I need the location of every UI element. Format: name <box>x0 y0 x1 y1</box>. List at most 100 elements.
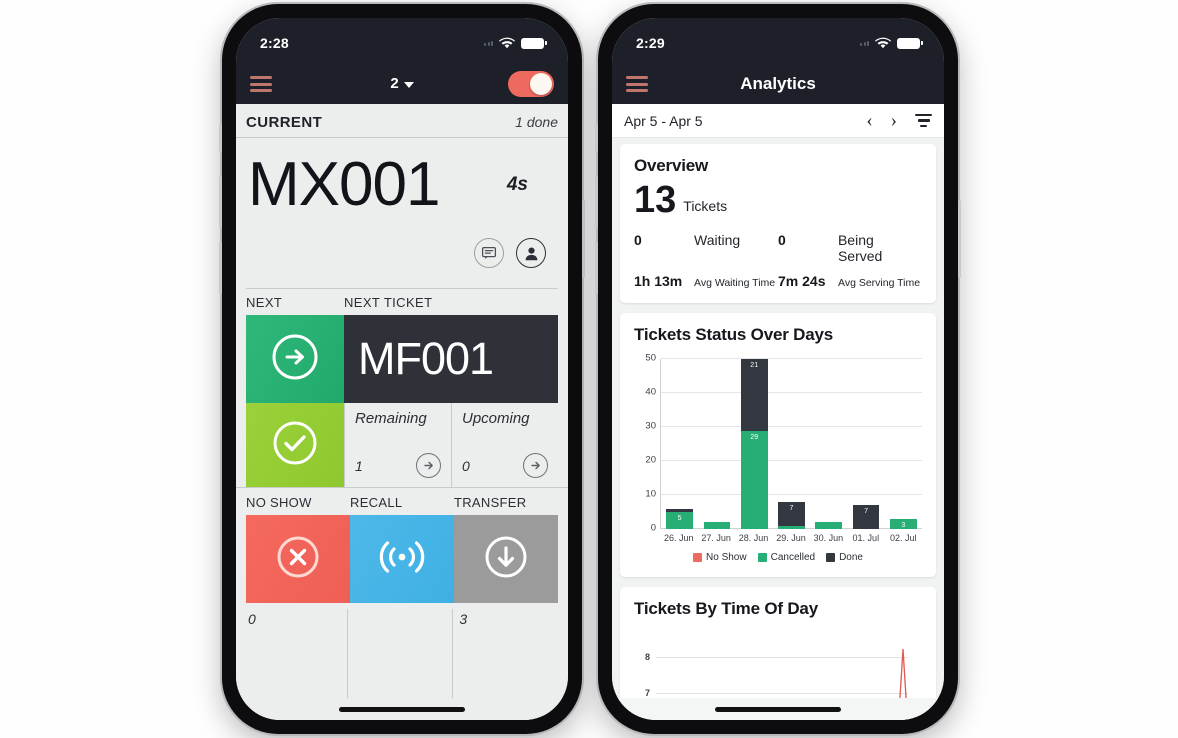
stat-label: Avg Waiting Time <box>694 277 776 290</box>
chevron-left-icon[interactable]: ‹ <box>866 111 872 130</box>
transfer-count: 3 <box>452 609 558 698</box>
page-title: Analytics <box>740 74 816 93</box>
line-chart-plot: 78 <box>645 643 922 698</box>
chevron-right-icon[interactable]: › <box>891 111 897 130</box>
call-next-button[interactable] <box>246 315 344 403</box>
x-axis-tick: 28. Jun <box>738 533 769 544</box>
bar-segment-done: 21 <box>740 359 768 431</box>
mark-done-button[interactable] <box>246 403 344 487</box>
next-label: NEXT <box>246 295 283 310</box>
analytics-scroll-area[interactable]: Overview 13 Tickets 0 Waiting 0 Being Se… <box>612 138 944 698</box>
bar-column[interactable]: 7 <box>847 359 884 530</box>
phone-mute-switch <box>219 124 222 152</box>
stacked-bar: 3 <box>889 518 917 530</box>
bar-segment-done: 7 <box>778 501 805 526</box>
bar-column[interactable] <box>698 359 735 530</box>
current-section-label: CURRENT <box>246 114 323 131</box>
stat-value: 7m 24s <box>778 273 826 290</box>
phone-power-button <box>958 200 961 278</box>
overview-stats-grid: 0 Waiting 0 Being Served 1h 13m Avg Wait… <box>634 232 922 289</box>
status-bar-right: 2:29 <box>612 18 944 64</box>
bar-segment-cancelled <box>778 525 805 530</box>
hamburger-menu-icon[interactable] <box>250 76 272 92</box>
next-ticket-row: MF001 <box>236 315 568 403</box>
legend-item[interactable]: Cancelled <box>757 552 816 564</box>
y-axis-tick: 40 <box>645 386 656 398</box>
hamburger-menu-icon[interactable] <box>626 76 648 92</box>
phone-volume-up-button <box>219 176 222 228</box>
legend-swatch <box>826 553 836 563</box>
action-buttons-row <box>236 515 568 603</box>
phone-left: 2:28 2 CURRENT 1 done MX001 4s NEXT NEXT… <box>219 4 585 734</box>
upcoming-arrow-right-circle-icon[interactable] <box>523 453 548 478</box>
counter-dropdown[interactable]: 2 <box>390 75 414 92</box>
remaining-box: Remaining 1 <box>344 403 451 487</box>
no-show-button[interactable] <box>246 515 350 603</box>
broadcast-icon <box>374 534 430 585</box>
bar-data-label: 5 <box>677 515 682 523</box>
bar-segment-cancelled: 5 <box>666 512 694 530</box>
total-tickets-label: Tickets <box>683 198 728 215</box>
y-axis-tick: 8 <box>644 652 650 663</box>
bar-data-label: 29 <box>750 433 759 441</box>
legend-label: Cancelled <box>770 552 816 564</box>
action-labels-row: NO SHOW RECALL TRANSFER <box>236 487 568 515</box>
toggle-knob <box>530 73 552 95</box>
status-indicators <box>484 37 547 49</box>
availability-toggle[interactable] <box>508 71 554 97</box>
stat-value: 1h 13m <box>634 273 683 290</box>
phone-volume-down-button <box>219 242 222 294</box>
person-icon[interactable] <box>516 238 546 268</box>
recall-button[interactable] <box>350 515 454 603</box>
bar-column[interactable]: 5 <box>661 359 698 530</box>
date-range-bar: Apr 5 - Apr 5 ‹ › <box>612 104 944 138</box>
bar-segment-cancelled: 29 <box>740 430 768 530</box>
wifi-icon <box>499 37 515 49</box>
bar-column[interactable]: 21 29 <box>736 359 773 530</box>
bar-series-container: 5 21 29 7 7 3 <box>661 359 922 530</box>
filter-icon[interactable] <box>915 113 932 128</box>
bar-segment-cancelled <box>703 522 731 530</box>
transfer-button[interactable] <box>454 515 558 603</box>
remaining-value: 1 <box>355 457 363 474</box>
bar-column[interactable] <box>810 359 847 530</box>
bar-data-label: 7 <box>789 504 794 512</box>
tickets-time-of-day-card: Tickets By Time Of Day 78 <box>620 587 936 698</box>
bar-data-label: 3 <box>901 521 906 529</box>
stacked-bar: 7 <box>852 505 880 530</box>
stacked-bar <box>815 522 843 530</box>
current-ticket-area: MX001 4s <box>236 138 568 288</box>
bar-chart-x-axis: 26. Jun 27. Jun 28. Jun 29. Jun 30. Jun 01. J… <box>660 533 922 543</box>
date-range-label: Apr 5 - Apr 5 <box>624 112 703 129</box>
legend-label: Done <box>839 552 863 564</box>
bar-segment-cancelled <box>815 522 843 530</box>
next-ticket-tile[interactable]: MF001 <box>344 315 558 403</box>
counter-dropdown-label: 2 <box>390 75 399 92</box>
stat-label: Waiting <box>694 232 741 249</box>
legend-swatch <box>757 553 767 563</box>
y-axis-tick: 50 <box>645 352 656 364</box>
check-circle-icon <box>269 417 321 474</box>
status-time: 2:28 <box>260 35 289 51</box>
legend-item[interactable]: Done <box>826 552 863 563</box>
x-axis-tick: 26. Jun <box>663 533 694 544</box>
arrow-down-circle-icon <box>481 532 531 587</box>
bar-chart-plot: 0 10 20 30 40 50 5 21 29 7 7 3 <box>645 353 922 534</box>
status-indicators <box>860 37 923 49</box>
chat-bubble-icon[interactable] <box>474 238 504 268</box>
overview-card: Overview 13 Tickets 0 Waiting 0 Being Se… <box>620 144 936 304</box>
upcoming-label: Upcoming <box>462 410 530 427</box>
bar-chart-legend: No Show Cancelled Done <box>634 552 922 563</box>
bar-column[interactable]: 3 <box>885 359 922 530</box>
bar-column[interactable]: 7 <box>773 359 810 530</box>
remaining-arrow-right-circle-icon[interactable] <box>416 453 441 478</box>
battery-icon <box>897 37 923 49</box>
home-indicator-right <box>612 698 944 720</box>
recall-count <box>346 609 453 698</box>
phone-volume-down-button <box>595 242 598 294</box>
stat-label: Being Served <box>837 232 883 265</box>
stat-waiting: 0 Waiting <box>634 232 778 264</box>
nav-title-container: Analytics <box>612 74 944 94</box>
legend-item[interactable]: No Show <box>693 552 747 563</box>
stacked-bar: 21 29 <box>740 359 768 530</box>
